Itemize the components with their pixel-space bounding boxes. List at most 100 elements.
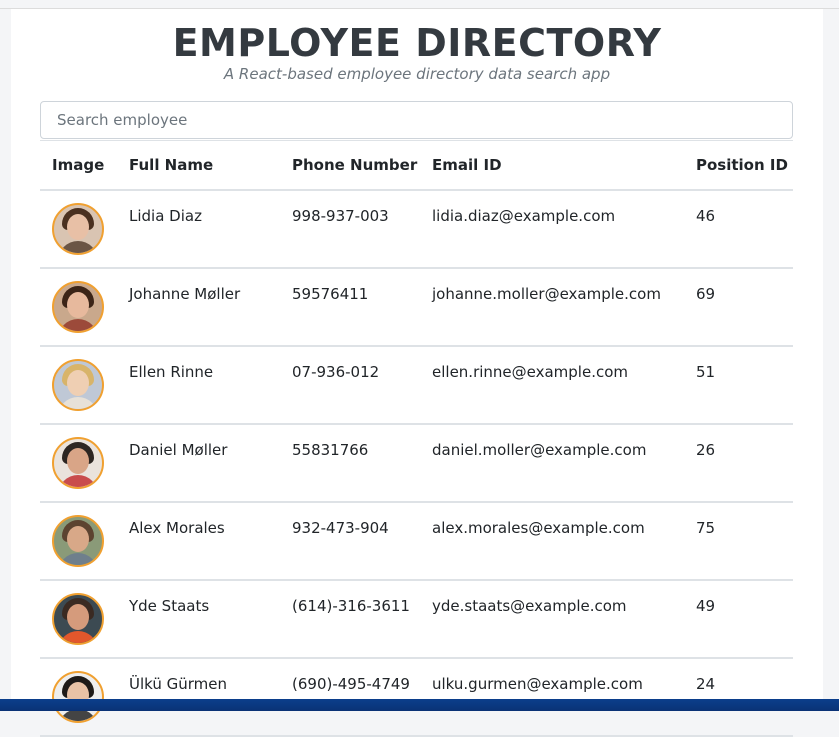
cell-full-name-text: Alex Morales <box>129 518 225 537</box>
cell-full-name: Ülkü Gürmen <box>117 657 280 737</box>
avatar <box>52 358 104 411</box>
avatar <box>52 514 104 567</box>
cell-full-name: Daniel Møller <box>117 423 280 503</box>
avatar-shoulders <box>58 552 98 565</box>
cell-email-id-text: alex.morales@example.com <box>432 518 645 537</box>
avatar <box>52 670 104 723</box>
cell-email-id: ulku.gurmen@example.com <box>420 657 684 737</box>
cell-position-id-text: 26 <box>696 440 716 459</box>
cell-image <box>40 423 117 503</box>
table-header-row: Image Full Name Phone Number Email ID Po… <box>40 140 793 191</box>
page-container: EMPLOYEE DIRECTORY A React-based employe… <box>11 9 823 737</box>
cell-position-id-text: 46 <box>696 206 716 225</box>
table-row: Ellen Rinne 07-936-012 ellen.rinne@example… <box>40 345 793 425</box>
cell-phone-number-text: 07-936-012 <box>292 362 380 381</box>
cell-phone-number: (690)-495-4749 <box>280 657 420 737</box>
cell-email-id-text: lidia.diaz@example.com <box>432 206 616 225</box>
table-row: Ülkü Gürmen (690)-495-4749 ulku.gurmen@exa… <box>40 657 793 737</box>
avatar-shoulders <box>58 396 98 409</box>
employee-table-container: Image Full Name Phone Number Email ID Po… <box>40 140 793 737</box>
cell-full-name: Johanne Møller <box>117 267 280 347</box>
cell-email-id: daniel.moller@example.com <box>420 423 684 503</box>
cell-phone-number-text: 998-937-003 <box>292 206 389 225</box>
cell-email-id-text: johanne.moller@example.com <box>432 284 661 303</box>
cell-full-name-text: Lidia Diaz <box>129 206 202 225</box>
avatar-face <box>67 291 89 318</box>
avatar-shoulders <box>58 318 98 331</box>
cell-position-id: 75 <box>684 501 793 581</box>
cell-full-name: Ellen Rinne <box>117 345 280 425</box>
avatar <box>52 436 104 489</box>
avatar-shoulders <box>58 474 98 487</box>
avatar <box>52 202 104 255</box>
cell-position-id: 24 <box>684 657 793 737</box>
page-title: EMPLOYEE DIRECTORY <box>172 21 662 65</box>
avatar <box>52 280 104 333</box>
table-body: Lidia Diaz 998-937-003 lidia.diaz@example.… <box>40 189 793 737</box>
cell-email-id: lidia.diaz@example.com <box>420 189 684 269</box>
cell-position-id: 26 <box>684 423 793 503</box>
cell-phone-number-text: (690)-495-4749 <box>292 674 410 693</box>
cell-image <box>40 501 117 581</box>
avatar-face <box>67 525 89 552</box>
table-row: Lidia Diaz 998-937-003 lidia.diaz@example.… <box>40 189 793 269</box>
cell-phone-number: (614)-316-3611 <box>280 579 420 659</box>
cell-phone-number: 59576411 <box>280 267 420 347</box>
cell-phone-number-text: 932-473-904 <box>292 518 389 537</box>
column-header-position-id[interactable]: Position ID <box>684 140 793 191</box>
cell-image <box>40 345 117 425</box>
cell-phone-number: 07-936-012 <box>280 345 420 425</box>
cell-phone-number: 932-473-904 <box>280 501 420 581</box>
cell-position-id-text: 75 <box>696 518 716 537</box>
cell-email-id: johanne.moller@example.com <box>420 267 684 347</box>
avatar <box>52 592 104 645</box>
cell-full-name: Alex Morales <box>117 501 280 581</box>
cell-phone-number-text: 59576411 <box>292 284 369 303</box>
table-row: Alex Morales 932-473-904 alex.morales@exam… <box>40 501 793 581</box>
cell-phone-number-text: (614)-316-3611 <box>292 596 410 615</box>
taskbar <box>0 699 839 711</box>
avatar-shoulders <box>58 240 98 253</box>
cell-phone-number: 998-937-003 <box>280 189 420 269</box>
employee-table: Image Full Name Phone Number Email ID Po… <box>40 140 793 737</box>
column-header-image[interactable]: Image <box>40 140 117 191</box>
table-row: Yde Staats (614)-316-3611 yde.staats@examp… <box>40 579 793 659</box>
cell-position-id: 49 <box>684 579 793 659</box>
cell-image <box>40 189 117 269</box>
cell-full-name-text: Ülkü Gürmen <box>129 674 228 693</box>
cell-email-id: ellen.rinne@example.com <box>420 345 684 425</box>
avatar-shoulders <box>58 630 98 643</box>
cell-email-id-text: ulku.gurmen@example.com <box>432 674 643 693</box>
table-header: Image Full Name Phone Number Email ID Po… <box>40 140 793 191</box>
cell-full-name-text: Daniel Møller <box>129 440 228 459</box>
cell-email-id: alex.morales@example.com <box>420 501 684 581</box>
cell-full-name-text: Ellen Rinne <box>129 362 214 381</box>
cell-full-name: Yde Staats <box>117 579 280 659</box>
cell-email-id: yde.staats@example.com <box>420 579 684 659</box>
cell-full-name: Lidia Diaz <box>117 189 280 269</box>
column-header-full-name[interactable]: Full Name <box>117 140 280 191</box>
avatar-face <box>67 603 89 630</box>
search-input[interactable] <box>40 101 793 139</box>
cell-email-id-text: daniel.moller@example.com <box>432 440 647 459</box>
cell-phone-number-text: 55831766 <box>292 440 369 459</box>
table-row: Johanne Møller 59576411 johanne.moller@exa… <box>40 267 793 347</box>
cell-position-id-text: 49 <box>696 596 716 615</box>
page-subtitle: A React-based employee directory data se… <box>223 65 611 83</box>
avatar-face <box>67 213 89 240</box>
cell-phone-number: 55831766 <box>280 423 420 503</box>
avatar-face <box>67 369 89 396</box>
table-row: Daniel Møller 55831766 daniel.moller@examp… <box>40 423 793 503</box>
cell-image <box>40 657 117 737</box>
avatar-face <box>67 447 89 474</box>
cell-full-name-text: Johanne Møller <box>129 284 241 303</box>
cell-email-id-text: ellen.rinne@example.com <box>432 362 629 381</box>
cell-email-id-text: yde.staats@example.com <box>432 596 627 615</box>
column-header-phone-number[interactable]: Phone Number <box>280 140 420 191</box>
column-header-email-id[interactable]: Email ID <box>420 140 684 191</box>
cell-position-id: 69 <box>684 267 793 347</box>
cell-position-id-text: 51 <box>696 362 716 381</box>
cell-position-id-text: 69 <box>696 284 716 303</box>
cell-full-name-text: Yde Staats <box>129 596 210 615</box>
cell-position-id: 46 <box>684 189 793 269</box>
